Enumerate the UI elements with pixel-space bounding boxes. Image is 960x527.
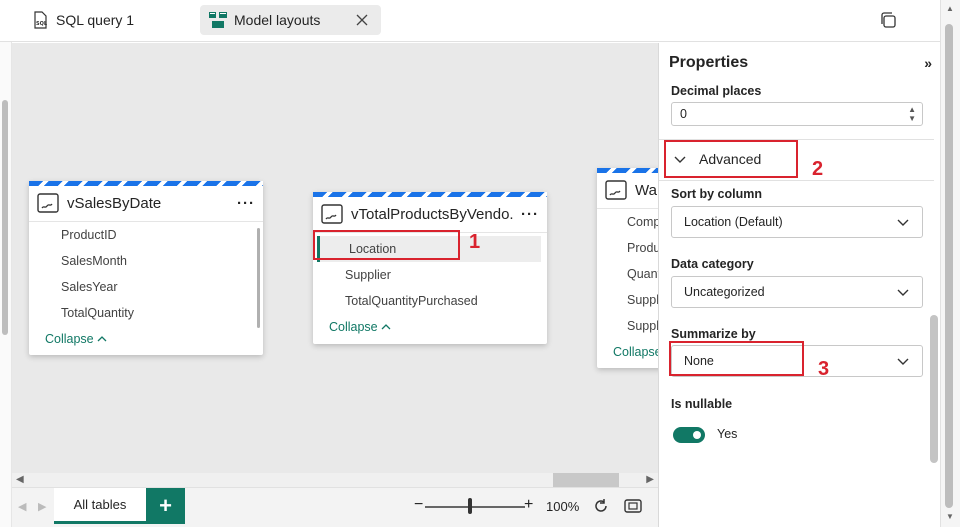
sql-file-icon: SQL bbox=[30, 10, 50, 30]
scroll-thumb[interactable] bbox=[553, 473, 619, 487]
card-header[interactable]: War bbox=[597, 173, 658, 209]
chevron-up-icon bbox=[97, 336, 107, 342]
field-item[interactable]: Comp bbox=[597, 209, 658, 235]
tab-label: Model layouts bbox=[234, 12, 321, 28]
collapse-label: Collapse bbox=[613, 345, 658, 359]
table-view-icon bbox=[321, 203, 343, 224]
scroll-up-icon[interactable]: ▲ bbox=[946, 4, 954, 13]
canvas-horizontal-scrollbar[interactable]: ◀ ▶ bbox=[12, 473, 658, 487]
zoom-slider[interactable] bbox=[425, 506, 525, 508]
left-scroll-thumb[interactable] bbox=[2, 100, 8, 335]
panel-title: Properties bbox=[669, 54, 749, 71]
sort-by-column-label: Sort by column bbox=[671, 187, 762, 201]
card-scrollbar[interactable] bbox=[257, 228, 260, 328]
field-item[interactable]: SalesMonth bbox=[29, 248, 263, 274]
field-item[interactable]: SalesYear bbox=[29, 274, 263, 300]
card-header[interactable]: vSalesByDate ··· bbox=[29, 186, 263, 222]
more-options-icon[interactable]: ··· bbox=[521, 206, 539, 223]
scroll-left-icon[interactable]: ◀ bbox=[16, 474, 24, 485]
collapse-label: Collapse bbox=[45, 332, 94, 346]
scroll-down-icon[interactable]: ▼ bbox=[946, 512, 954, 521]
sort-by-column-select[interactable]: Location (Default) bbox=[671, 206, 923, 238]
properties-panel: Properties » Decimal places 0 ▲ ▼ Advance… bbox=[658, 43, 940, 527]
is-nullable-toggle[interactable] bbox=[673, 427, 705, 443]
field-item[interactable]: TotalQuantity bbox=[29, 300, 263, 326]
chevron-down-icon bbox=[897, 219, 909, 226]
data-category-label: Data category bbox=[671, 257, 754, 271]
svg-text:SQL: SQL bbox=[36, 21, 48, 27]
tab-label: SQL query 1 bbox=[56, 12, 135, 28]
field-item[interactable]: Quant bbox=[597, 261, 658, 287]
tab-sql-query[interactable]: SQL SQL query 1 bbox=[22, 5, 192, 35]
expand-panel-icon[interactable]: » bbox=[924, 55, 932, 71]
close-icon[interactable] bbox=[353, 11, 371, 29]
zoom-level: 100% bbox=[546, 499, 580, 514]
is-nullable-label: Is nullable bbox=[671, 397, 733, 411]
scroll-thumb[interactable] bbox=[945, 24, 953, 508]
collapse-link[interactable]: Collapse bbox=[597, 339, 658, 359]
tab-bar: SQL SQL query 1 Model layouts bbox=[0, 0, 940, 42]
field-item[interactable]: Suppl bbox=[597, 287, 658, 313]
table-view-icon bbox=[605, 179, 627, 200]
decimal-places-label: Decimal places bbox=[671, 84, 762, 98]
annotation-number: 2 bbox=[812, 158, 824, 180]
collapse-label: Collapse bbox=[329, 320, 378, 334]
panel-scrollbar[interactable] bbox=[930, 315, 938, 463]
data-category-select[interactable]: Uncategorized bbox=[671, 276, 923, 308]
highlight-box-summarize bbox=[669, 341, 804, 376]
field-item[interactable]: TotalQuantityPurchased bbox=[313, 288, 547, 314]
field-list: Comp Produ Quant Suppl Suppl bbox=[597, 209, 658, 339]
decimal-places-value: 0 bbox=[680, 107, 687, 121]
table-view-icon bbox=[37, 192, 59, 213]
sort-by-column-value: Location (Default) bbox=[684, 215, 783, 229]
table-card-vsalesbydate[interactable]: vSalesByDate ··· ProductID SalesMonth Sa… bbox=[29, 181, 263, 355]
left-scrollbar[interactable] bbox=[0, 0, 12, 527]
copy-icon[interactable] bbox=[878, 10, 898, 30]
refresh-icon[interactable] bbox=[592, 497, 610, 515]
chevron-down-icon bbox=[897, 358, 909, 365]
zoom-slider-thumb[interactable] bbox=[468, 498, 472, 514]
annotation-number: 1 bbox=[469, 231, 481, 253]
highlight-box-location bbox=[313, 230, 460, 260]
bottom-bar: ◀ ▶ All tables + − + 100% bbox=[12, 487, 658, 527]
model-layout-icon bbox=[208, 10, 228, 30]
tab-model-layouts[interactable]: Model layouts bbox=[200, 5, 381, 35]
field-list: ProductID SalesMonth SalesYear TotalQuan… bbox=[29, 222, 263, 328]
more-options-icon[interactable]: ··· bbox=[237, 195, 255, 212]
collapse-link[interactable]: Collapse bbox=[29, 326, 263, 346]
table-card-warehouse[interactable]: War Comp Produ Quant Suppl Suppl Collaps… bbox=[597, 168, 658, 368]
chevron-up-icon bbox=[381, 324, 391, 330]
stepper-icon[interactable]: ▲ ▼ bbox=[908, 105, 916, 123]
field-item[interactable]: Produ bbox=[597, 235, 658, 261]
add-layout-button[interactable]: + bbox=[146, 488, 185, 524]
divider bbox=[659, 180, 934, 181]
field-item[interactable]: Suppl bbox=[597, 313, 658, 339]
chevron-down-icon bbox=[897, 289, 909, 296]
table-title: War bbox=[635, 182, 658, 199]
zoom-out-button[interactable]: − bbox=[414, 496, 423, 514]
decimal-places-input[interactable]: 0 ▲ ▼ bbox=[671, 102, 923, 126]
summarize-by-label: Summarize by bbox=[671, 327, 756, 341]
table-card-vtotalproductsbyvendor[interactable]: vTotalProductsByVendo... ··· Location Su… bbox=[313, 192, 547, 344]
annotation-number: 3 bbox=[818, 358, 830, 380]
next-tab-icon[interactable]: ▶ bbox=[38, 500, 46, 513]
data-category-value: Uncategorized bbox=[684, 285, 765, 299]
card-header[interactable]: vTotalProductsByVendo... ··· bbox=[313, 197, 547, 233]
tab-all-tables[interactable]: All tables bbox=[54, 488, 146, 524]
is-nullable-value: Yes bbox=[717, 427, 738, 441]
highlight-box-advanced bbox=[664, 140, 798, 178]
fit-to-screen-icon[interactable] bbox=[624, 498, 642, 514]
field-item[interactable]: Supplier bbox=[313, 262, 547, 288]
field-item[interactable]: ProductID bbox=[29, 222, 263, 248]
collapse-link[interactable]: Collapse bbox=[313, 314, 547, 334]
prev-tab-icon[interactable]: ◀ bbox=[18, 500, 26, 513]
window-vertical-scrollbar[interactable]: ▲ ▼ bbox=[940, 0, 960, 527]
scroll-right-icon[interactable]: ▶ bbox=[646, 474, 654, 485]
table-title: vTotalProductsByVendo... bbox=[351, 206, 515, 223]
zoom-in-button[interactable]: + bbox=[524, 496, 533, 514]
table-title: vSalesByDate bbox=[67, 195, 162, 212]
